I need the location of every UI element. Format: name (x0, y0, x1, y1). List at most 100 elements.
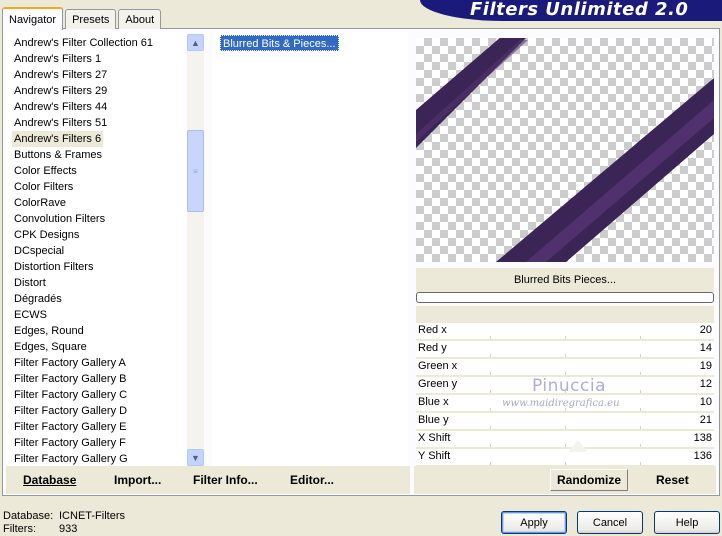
param-slider[interactable]: Red x 20 (416, 323, 714, 340)
database-button-label: Database (23, 473, 77, 487)
category-item[interactable]: CPK Designs (12, 227, 81, 243)
category-item[interactable]: ColorRave (12, 195, 68, 211)
watermark-url: www.maidiregrafica.eu (502, 398, 620, 409)
param-slider[interactable]: Blue y 21 (416, 413, 714, 430)
param-label: Red x (418, 324, 447, 336)
category-item[interactable]: Edges, Square (12, 339, 89, 355)
param-slider[interactable]: Red y 14 (416, 341, 714, 358)
filters-count-label: Filters: (3, 523, 36, 535)
slider-tick (490, 354, 491, 357)
param-label: Blue x (418, 396, 449, 408)
category-item[interactable]: Andrew's Filters 29 (12, 83, 109, 99)
category-item[interactable]: Andrew's Filters 6 (12, 131, 104, 147)
category-item[interactable]: DCspecial (12, 243, 66, 259)
scroll-up-button[interactable]: ▲ (187, 34, 204, 51)
tab-navigator[interactable]: Navigator (2, 7, 64, 30)
slider-tick (640, 390, 641, 393)
param-value: 21 (699, 414, 712, 426)
slider-tick (565, 426, 566, 429)
progress-bar (416, 292, 714, 303)
category-item[interactable]: Dégradés (12, 291, 64, 307)
category-list[interactable]: Andrew's Filter Collection 61 Andrew's Fi… (6, 32, 204, 466)
category-item[interactable]: Filter Factory Gallery D (12, 403, 129, 419)
param-value: 20 (699, 324, 712, 336)
category-item[interactable]: Filter Factory Gallery F (12, 435, 128, 451)
category-item[interactable]: Color Filters (12, 179, 75, 195)
banner-title: Filters Unlimited 2.0 (470, 0, 689, 20)
category-item[interactable]: Filter Factory Gallery B (12, 371, 128, 387)
tab-strip: Navigator Presets About (2, 7, 163, 30)
category-item[interactable]: Edges, Round (12, 323, 86, 339)
slider-tick (490, 462, 491, 465)
slider-tick (565, 444, 566, 447)
slider-tick (490, 408, 491, 411)
slider-tick (640, 444, 641, 447)
apply-button[interactable]: Apply (501, 511, 567, 534)
scroll-thumb[interactable]: ≡ (187, 130, 204, 212)
slider-tick (565, 336, 566, 339)
param-value: 19 (699, 360, 712, 372)
randomize-button[interactable]: Randomize (550, 469, 628, 491)
slider-tick (490, 372, 491, 375)
help-button[interactable]: Help (654, 511, 720, 534)
editor-button[interactable]: Editor... (290, 473, 334, 487)
param-slider[interactable]: X Shift 138 (416, 431, 714, 448)
watermark-arrow (568, 440, 588, 452)
database-label: Database: (3, 510, 54, 522)
category-item[interactable]: Filter Factory Gallery E (12, 419, 128, 435)
category-item[interactable]: Filter Factory Gallery A (12, 355, 128, 371)
param-value: 10 (699, 396, 712, 408)
filters-count-value: 933 (59, 523, 78, 535)
preview-image[interactable] (416, 38, 714, 262)
category-item[interactable]: Buttons & Frames (12, 147, 104, 163)
param-value: 14 (699, 342, 712, 354)
slider-tick (640, 426, 641, 429)
reset-button[interactable]: Reset (656, 473, 689, 487)
slider-tick (640, 336, 641, 339)
slider-tick (490, 336, 491, 339)
watermark-name: Pinuccia (532, 376, 606, 396)
param-value: 136 (693, 450, 712, 462)
param-slider[interactable]: Y Shift 136 (416, 449, 714, 466)
slider-tick (565, 462, 566, 465)
cancel-button[interactable]: Cancel (577, 511, 643, 534)
filter-item-selected[interactable]: Blurred Bits & Pieces... (220, 35, 339, 51)
category-item[interactable]: ECWS (12, 307, 49, 323)
category-item[interactable]: Distortion Filters (12, 259, 95, 275)
triangle-up-icon: ▲ (191, 37, 200, 48)
grip-lines-icon: ≡ (193, 166, 198, 176)
slider-tick (490, 390, 491, 393)
category-item[interactable]: Andrew's Filter Collection 61 (12, 35, 155, 51)
slider-tick (490, 426, 491, 429)
param-value: 12 (699, 378, 712, 390)
import-button[interactable]: Import... (114, 473, 161, 487)
database-value: ICNET-Filters (59, 510, 125, 522)
filter-list[interactable]: Blurred Bits & Pieces... (212, 32, 408, 466)
category-item[interactable]: Distort (12, 275, 48, 291)
tab-presets[interactable]: Presets (65, 9, 117, 29)
category-item[interactable]: Andrew's Filters 1 (12, 51, 103, 67)
category-item[interactable]: Andrew's Filters 27 (12, 67, 109, 83)
category-item[interactable]: Color Effects (12, 163, 79, 179)
category-item[interactable]: Andrew's Filters 51 (12, 115, 109, 131)
filter-info-button[interactable]: Filter Info... (193, 473, 258, 487)
slider-tick (640, 462, 641, 465)
category-item[interactable]: Filter Factory Gallery G (12, 451, 130, 466)
param-label: Green x (418, 360, 458, 372)
preview-stripe-bottom (496, 78, 714, 262)
category-item[interactable]: Filter Factory Gallery C (12, 387, 129, 403)
database-button[interactable]: Database (23, 473, 76, 487)
title-banner: Filters Unlimited 2.0 (420, 0, 722, 21)
category-item[interactable]: Convolution Filters (12, 211, 107, 227)
slider-tick (565, 354, 566, 357)
param-label: Blue y (418, 414, 449, 426)
slider-tick (565, 372, 566, 375)
param-slider[interactable]: Green x 19 (416, 359, 714, 376)
tab-about[interactable]: About (118, 9, 162, 29)
category-item[interactable]: Andrew's Filters 44 (12, 99, 109, 115)
category-scrollbar[interactable]: ▲ ≡ ▼ (187, 34, 204, 466)
slider-tick (640, 408, 641, 411)
param-label: Y Shift (418, 450, 451, 462)
scroll-down-button[interactable]: ▼ (187, 449, 204, 466)
effect-name: Blurred Bits Pieces... (416, 268, 714, 292)
